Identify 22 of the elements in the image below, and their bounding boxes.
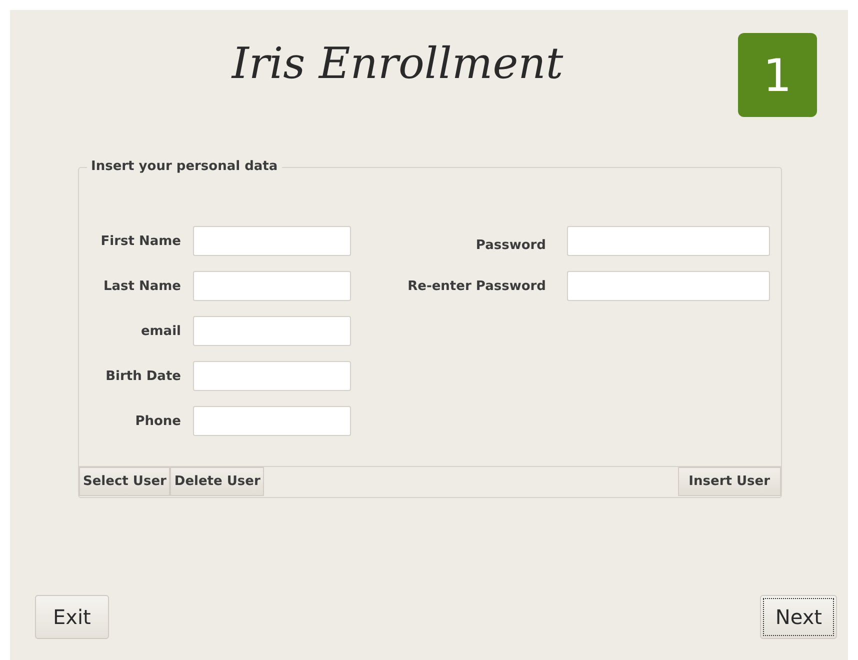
group-title: Insert your personal data bbox=[87, 159, 282, 175]
toolbar-button[interactable]: Select User bbox=[79, 467, 170, 496]
input-field[interactable] bbox=[193, 406, 351, 436]
field-label: First Name bbox=[100, 234, 181, 248]
next-button[interactable]: Next bbox=[760, 595, 837, 639]
input-field[interactable] bbox=[193, 226, 351, 256]
input-field[interactable] bbox=[193, 361, 351, 391]
field-label: Phone bbox=[134, 414, 181, 428]
input-field[interactable] bbox=[567, 271, 770, 301]
field-label: email bbox=[140, 324, 181, 338]
field-label: Re-enter Password bbox=[406, 278, 546, 294]
step-badge: 1 bbox=[738, 33, 817, 117]
toolbar-button[interactable]: Insert User bbox=[678, 467, 781, 496]
input-field[interactable] bbox=[193, 271, 351, 301]
window-title: Iris Enrollment bbox=[232, 39, 564, 91]
toolbar-button[interactable]: Delete User bbox=[170, 467, 264, 496]
field-label: Birth Date bbox=[104, 368, 181, 384]
field-label: Last Name bbox=[102, 278, 181, 294]
field-label: Password bbox=[474, 238, 546, 252]
input-field[interactable] bbox=[193, 316, 351, 346]
exit-button[interactable]: Exit bbox=[35, 595, 109, 639]
input-field[interactable] bbox=[567, 226, 770, 256]
